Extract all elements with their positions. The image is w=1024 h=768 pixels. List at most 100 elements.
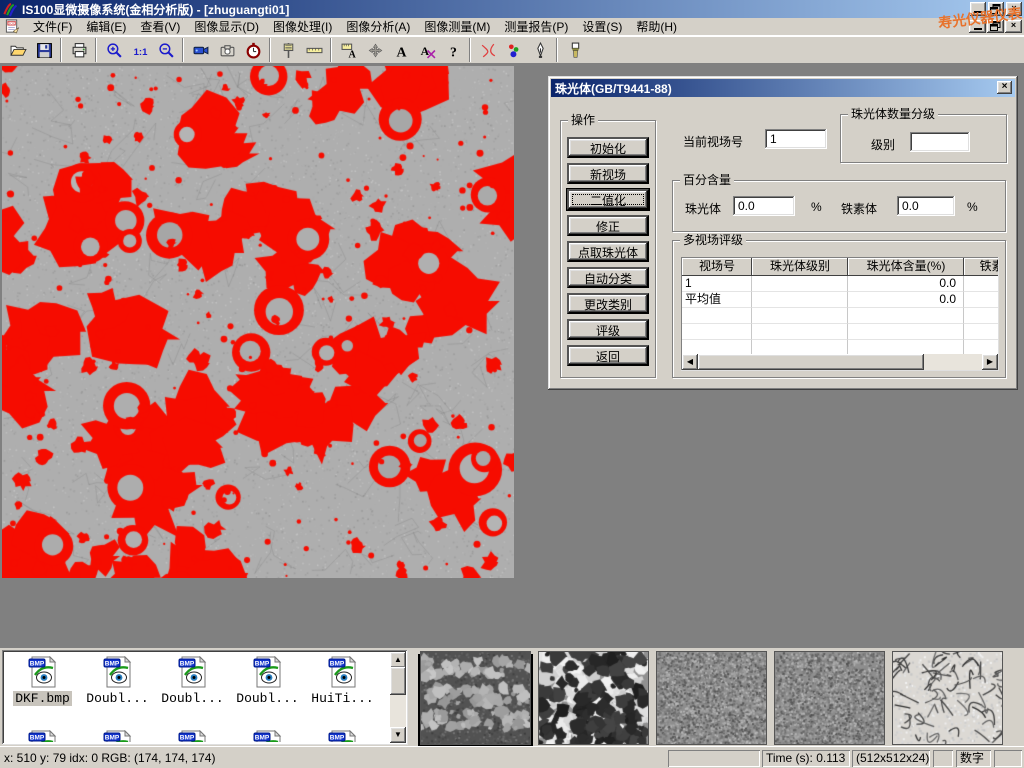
toolbar-button[interactable]: A bbox=[414, 38, 440, 62]
toolbar-button[interactable] bbox=[527, 38, 553, 62]
file-item[interactable]: BMP DKF.bmp bbox=[5, 653, 80, 727]
menu-item[interactable]: 测量报告(P) bbox=[497, 18, 575, 36]
image-thumbnail[interactable] bbox=[656, 651, 767, 745]
mdi-close-button[interactable]: × bbox=[1005, 20, 1022, 33]
file-name: Doubl... bbox=[159, 691, 225, 706]
toolbar-button[interactable] bbox=[562, 38, 588, 62]
menu-item[interactable]: 帮助(H) bbox=[629, 18, 684, 36]
column-header[interactable]: 珠光体含量(%) bbox=[848, 258, 964, 276]
menu-item[interactable]: 文件(F) bbox=[26, 18, 79, 36]
operation-button[interactable]: 返回 bbox=[567, 345, 649, 366]
table-horizontal-scrollbar[interactable]: ◀ ▶ bbox=[682, 354, 998, 370]
table-row[interactable]: 10.0 bbox=[682, 276, 998, 292]
thumbnail-row bbox=[420, 651, 1003, 745]
pearlite-label: 珠光体 bbox=[685, 200, 721, 217]
toolbar-button[interactable] bbox=[501, 38, 527, 62]
file-item[interactable]: BMP Doubl... bbox=[80, 653, 155, 727]
table-row bbox=[682, 340, 998, 354]
menu-item[interactable]: 图像显示(D) bbox=[187, 18, 266, 36]
scroll-right-button[interactable]: ▶ bbox=[982, 354, 998, 370]
pearlite-percent-input[interactable]: 0.0 bbox=[733, 196, 795, 216]
operation-button[interactable]: 新视场 bbox=[567, 163, 649, 184]
ferrite-percent-sign: % bbox=[967, 200, 978, 214]
toolbar-button[interactable] bbox=[275, 38, 301, 62]
ferrite-percent-input[interactable]: 0.0 bbox=[897, 196, 955, 216]
svg-text:A: A bbox=[396, 44, 406, 59]
column-header[interactable]: 珠光体级别 bbox=[752, 258, 848, 276]
operation-button[interactable]: 初始化 bbox=[567, 137, 649, 158]
toolbar-button[interactable] bbox=[301, 38, 327, 62]
toolbar-button[interactable] bbox=[475, 38, 501, 62]
operation-button[interactable]: 评级 bbox=[567, 319, 649, 340]
restore-button[interactable] bbox=[988, 2, 1004, 16]
percent-group: 百分含量 珠光体 0.0 % 铁素体 0.0 % bbox=[672, 180, 1006, 232]
menu-item[interactable]: 图像分析(A) bbox=[339, 18, 417, 36]
menu-items: 文件(F)编辑(E)查看(V)图像显示(D)图像处理(I)图像分析(A)图像测量… bbox=[26, 18, 684, 36]
separator bbox=[92, 42, 101, 59]
toolbar-button[interactable] bbox=[5, 38, 31, 62]
toolbar-button[interactable] bbox=[101, 38, 127, 62]
file-item[interactable]: BMP HuiTi... bbox=[305, 653, 380, 727]
image-thumbnail[interactable] bbox=[892, 651, 1003, 745]
menu-bar: DOC 文件(F)编辑(E)查看(V)图像显示(D)图像处理(I)图像分析(A)… bbox=[0, 18, 1024, 36]
menu-item[interactable]: 设置(S) bbox=[575, 18, 629, 36]
current-field-input[interactable]: 1 bbox=[765, 129, 827, 149]
file-item[interactable]: BMP Doubl... bbox=[155, 653, 230, 727]
image-thumbnail[interactable] bbox=[774, 651, 885, 745]
toolbar-button[interactable]: A bbox=[388, 38, 414, 62]
file-list-scrollbar[interactable]: ▲ ▼ bbox=[390, 652, 406, 743]
toolbar-button[interactable] bbox=[66, 38, 92, 62]
operation-button[interactable]: 自动分类 bbox=[567, 267, 649, 288]
image-thumbnail[interactable] bbox=[538, 651, 649, 745]
toolbar-button[interactable] bbox=[362, 38, 388, 62]
menu-item[interactable]: 编辑(E) bbox=[79, 18, 133, 36]
scroll-down-button[interactable]: ▼ bbox=[390, 727, 406, 743]
scroll-left-button[interactable]: ◀ bbox=[682, 354, 698, 370]
mdi-minimize-button[interactable] bbox=[969, 20, 986, 33]
table-row[interactable]: 平均值0.0 bbox=[682, 292, 998, 308]
column-header[interactable]: 视场号 bbox=[682, 258, 752, 276]
table-cell: 平均值 bbox=[682, 292, 752, 308]
file-item[interactable]: BMP bbox=[230, 727, 305, 742]
operation-button[interactable]: 更改类别 bbox=[567, 293, 649, 314]
scrollbar-thumb[interactable] bbox=[698, 354, 924, 370]
dialog-title-bar[interactable]: 珠光体(GB/T9441-88) × bbox=[551, 79, 1015, 97]
scrollbar-thumb[interactable] bbox=[390, 667, 406, 695]
level-input[interactable] bbox=[910, 132, 970, 152]
toolbar-button[interactable]: A bbox=[336, 38, 362, 62]
table-cell bbox=[964, 324, 998, 340]
toolbar-button[interactable] bbox=[188, 38, 214, 62]
svg-text:BMP: BMP bbox=[179, 661, 194, 668]
metallographic-image[interactable] bbox=[2, 66, 514, 578]
file-item[interactable]: BMP bbox=[80, 727, 155, 742]
svg-text:A: A bbox=[348, 49, 356, 59]
toolbar-button[interactable]: 1:1 bbox=[127, 38, 153, 62]
file-item[interactable]: BMP bbox=[155, 727, 230, 742]
document-system-icon[interactable]: DOC bbox=[4, 19, 20, 34]
menu-item[interactable]: 图像测量(M) bbox=[417, 18, 497, 36]
menu-item[interactable]: 查看(V) bbox=[133, 18, 187, 36]
toolbar-button[interactable] bbox=[153, 38, 179, 62]
bmp-file-icon: BMP bbox=[28, 730, 58, 742]
image-thumbnail[interactable] bbox=[420, 651, 531, 745]
table-cell: 1 bbox=[682, 276, 752, 292]
file-item[interactable]: BMP bbox=[5, 727, 80, 742]
file-item[interactable]: BMP bbox=[305, 727, 380, 742]
file-item[interactable]: BMP Doubl... bbox=[230, 653, 305, 727]
minimize-button[interactable] bbox=[970, 2, 986, 16]
delete-text-icon: A bbox=[419, 42, 436, 59]
toolbar-button[interactable] bbox=[214, 38, 240, 62]
column-header[interactable]: 铁素体含量(%) bbox=[964, 258, 998, 276]
operation-button[interactable]: 二值化 bbox=[567, 189, 649, 210]
save-icon bbox=[36, 42, 53, 59]
toolbar-button[interactable] bbox=[31, 38, 57, 62]
toolbar-button[interactable] bbox=[240, 38, 266, 62]
operation-button[interactable]: 点取珠光体 bbox=[567, 241, 649, 262]
scroll-up-button[interactable]: ▲ bbox=[390, 652, 406, 668]
mdi-restore-button[interactable] bbox=[987, 20, 1004, 33]
operation-button[interactable]: 修正 bbox=[567, 215, 649, 236]
dialog-close-button[interactable]: × bbox=[997, 81, 1012, 94]
toolbar-button[interactable]: ? bbox=[440, 38, 466, 62]
close-button[interactable]: × bbox=[1006, 2, 1022, 16]
menu-item[interactable]: 图像处理(I) bbox=[266, 18, 339, 36]
